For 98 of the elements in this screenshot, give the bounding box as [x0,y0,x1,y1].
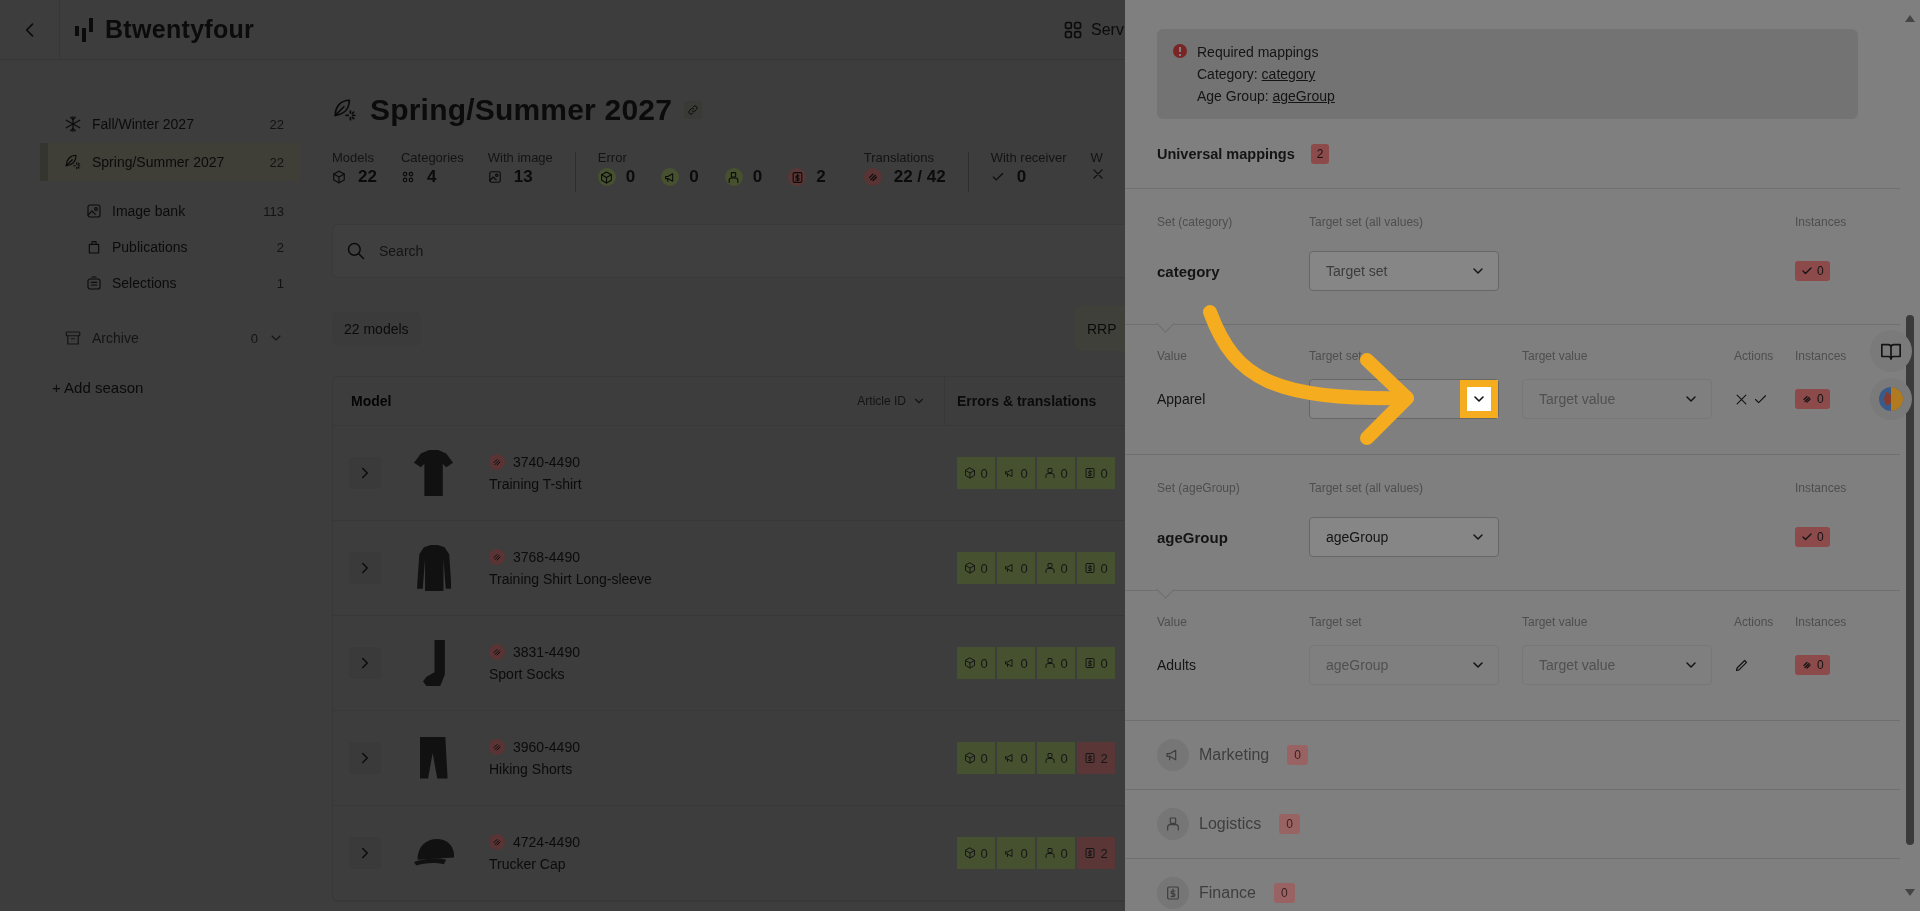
person-icon [1044,467,1057,479]
mapping-link[interactable]: ageGroup [1272,88,1335,104]
leaf-icon [64,153,82,171]
instance-count: 0 [1817,264,1824,278]
translation-icon [863,168,882,186]
mapping-line: Category: category [1197,65,1317,83]
close-icon [1090,167,1105,181]
select-field[interactable]: Target set [1309,251,1499,291]
snowflake-icon [64,115,82,133]
section-title: Universal mappings [1157,145,1295,162]
translation-icon [489,739,505,755]
error-count: 0 [1060,750,1068,766]
translation-icon [489,644,505,660]
dollar-icon [1084,847,1097,859]
error-count: 0 [1020,845,1028,861]
edit-button[interactable] [1734,657,1749,673]
error-count: 0 [1060,845,1068,861]
error-count: 0 [1100,465,1108,481]
person-icon [1044,657,1057,669]
field-value: ageGroup [1326,529,1389,545]
set-name: category [1157,262,1221,280]
field-placeholder: Target set [1326,263,1388,279]
error-count: 0 [980,560,988,576]
column-header: Model [351,393,392,409]
instance-count: 0 [1817,658,1824,672]
select-field[interactable]: ageGroup [1309,517,1499,557]
cube-icon [964,752,977,764]
section-header[interactable]: Finance 0 [1125,859,1900,911]
set-name: ageGroup [1157,528,1229,546]
count-badge: 0 [1287,745,1308,765]
error-count: 0 [1060,465,1068,481]
guide-button[interactable] [1870,330,1912,372]
notice-title: Required mappings [1197,43,1320,61]
count-badge: 2 [1310,143,1330,164]
person-icon [1044,752,1057,764]
error-count: 0 [1020,465,1028,481]
count-badge: 0 [1273,883,1295,903]
cube-icon [964,467,977,479]
error-count: 0 [1060,655,1068,671]
error-count: 0 [1020,750,1028,766]
instance-count: 0 [1817,530,1824,544]
cube-icon [964,562,977,574]
translation-icon [1801,659,1813,671]
section-title: Logistics [1199,815,1262,833]
value-name: Apparel [1157,391,1207,407]
mapping-link[interactable]: category [1261,66,1316,82]
pencil-icon [1734,657,1749,673]
error-count: 0 [980,845,988,861]
list-icon [86,275,102,291]
error-count: 0 [1100,560,1108,576]
alert-icon [1173,44,1187,58]
translation-icon [1801,393,1813,405]
section-header[interactable]: Marketing 0 [1125,721,1900,790]
error-count: 2 [1100,845,1108,861]
cube-icon [964,657,977,669]
translation-icon [489,834,505,850]
bag-icon [86,239,102,255]
archive-icon [64,329,82,347]
link-icon [687,104,700,116]
check-icon [1801,531,1813,543]
mapping-line: Age Group: ageGroup [1197,87,1335,105]
cube-icon [964,847,977,859]
section-header[interactable]: Logistics 0 [1125,790,1900,859]
error-count: 0 [980,750,988,766]
cube-icon [332,170,346,184]
instance-count: 0 [1817,392,1824,406]
error-count: 0 [1020,655,1028,671]
error-count: 2 [1100,750,1108,766]
section-title: Finance [1199,884,1256,902]
check-icon [990,170,1005,184]
search-icon [346,241,366,261]
section-title: Marketing [1199,746,1270,764]
link-button[interactable] [684,101,703,119]
error-count: 0 [1020,560,1028,576]
error-count: 0 [980,655,988,671]
image-icon [86,203,102,219]
value-name: Adults [1157,657,1197,673]
dollar-icon [1084,562,1097,574]
person-icon [1044,562,1057,574]
error-count: 0 [1060,560,1068,576]
error-count: 0 [980,465,988,481]
dots-icon [400,170,415,184]
person-icon [1044,847,1057,859]
check-icon [1801,265,1813,277]
translation-icon [489,549,505,565]
person-icon [1165,816,1181,832]
dollar-icon [1084,752,1097,764]
error-count: 0 [1100,655,1108,671]
avatar[interactable] [1870,378,1912,420]
dollar-icon [1165,885,1181,901]
leaf-icon [332,97,358,123]
count-badge: 0 [1279,814,1300,834]
dollar-icon [1084,657,1097,669]
logo-icon [75,17,95,42]
grid-icon [1063,19,1083,40]
dollar-icon [1084,467,1097,479]
image-icon [487,170,502,184]
translation-icon [489,454,505,470]
